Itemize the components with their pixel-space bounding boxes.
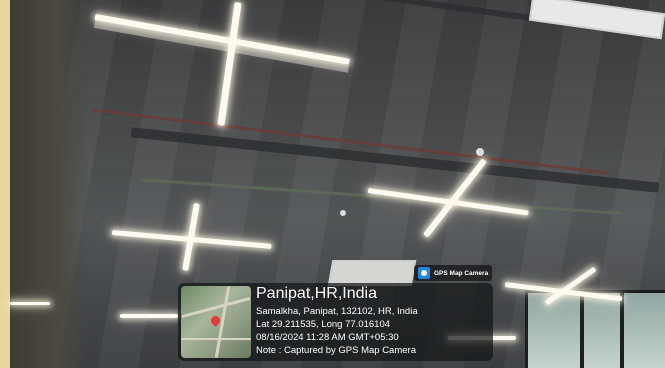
note-line: Note : Captured by GPS Map Camera <box>256 345 416 356</box>
camera-icon <box>418 267 430 279</box>
coordinates-line: Lat 29.211535, Long 77.016104 <box>256 319 391 330</box>
ceiling-sensor <box>476 148 484 156</box>
window-mullion <box>580 290 584 368</box>
led-light-bar <box>120 314 178 318</box>
address-line: Samalkha, Panipat, 132102, HR, India <box>256 306 418 317</box>
map-thumbnail <box>181 286 251 358</box>
left-wall <box>10 0 90 368</box>
datetime-line: 08/16/2024 11:28 AM GMT+05:30 <box>256 332 399 343</box>
app-name: GPS Map Camera <box>434 269 489 277</box>
led-light-bar <box>10 302 50 305</box>
window-mullion <box>620 290 624 368</box>
left-edge <box>0 0 10 368</box>
app-badge: GPS Map Camera <box>414 265 493 281</box>
ceiling-photo: GPS Map Camera Panipat,HR,India Samalkha… <box>0 0 665 368</box>
map-road <box>181 338 251 340</box>
ceiling-sensor <box>340 210 346 216</box>
location-title: Panipat,HR,India <box>256 285 377 302</box>
